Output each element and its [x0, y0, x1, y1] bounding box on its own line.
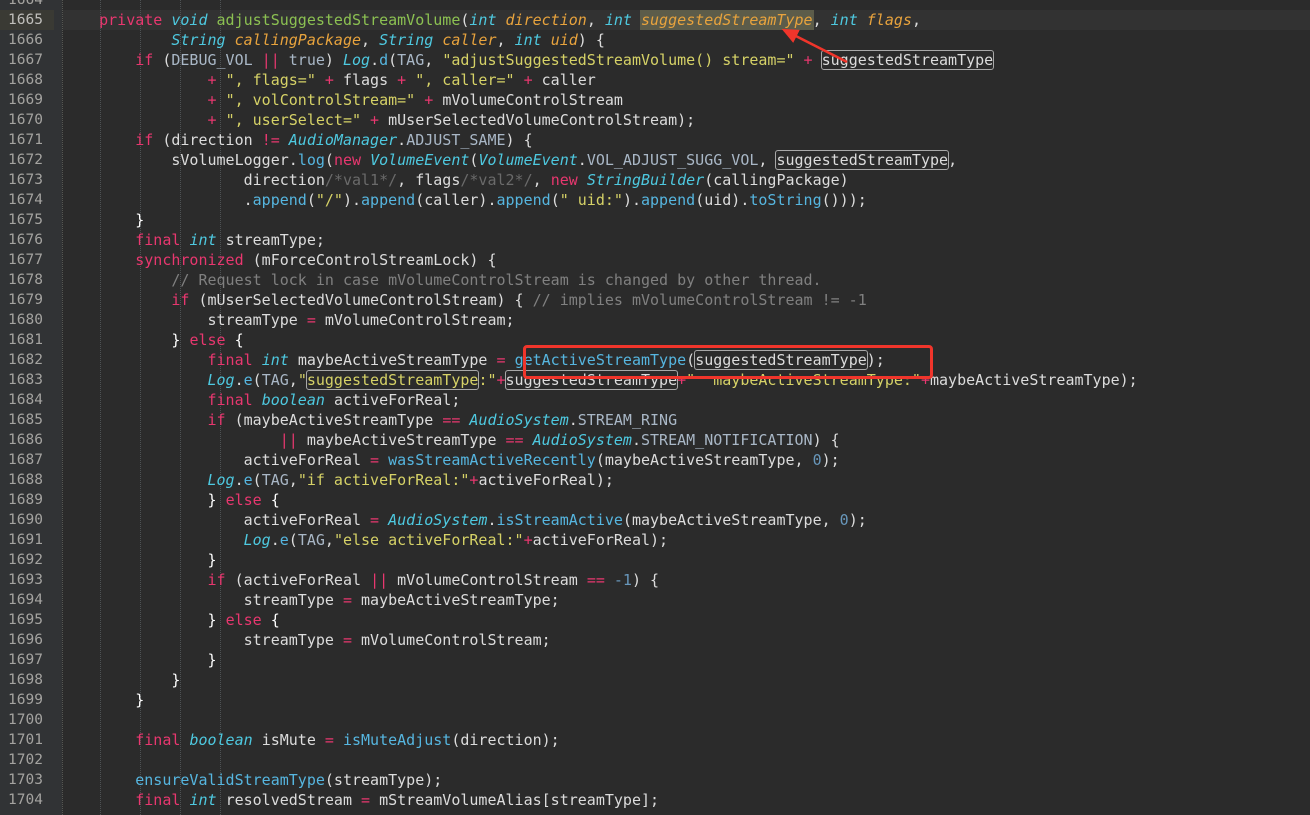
code-line[interactable]: streamType = mVolumeControlStream; — [63, 310, 514, 330]
line-number[interactable]: 1703 — [0, 770, 54, 790]
code-line[interactable]: streamType = maybeActiveStreamType; — [63, 590, 560, 610]
code-line[interactable]: } else { — [63, 330, 243, 350]
line-number-gutter[interactable]: 1664 1665 1666 1667 1668 1669 1670 1671 1672 1673… — [0, 0, 62, 815]
line-number[interactable]: 1674 — [0, 190, 54, 210]
code-line[interactable]: direction/*val1*/, flags/*val2*/, new St… — [63, 170, 849, 190]
line-number[interactable]: 1700 — [0, 710, 54, 730]
line-number[interactable]: 1682 — [0, 350, 54, 370]
line-number[interactable]: 1694 — [0, 590, 54, 610]
code-line[interactable]: if (mUserSelectedVolumeControlStream) { … — [63, 290, 866, 310]
line-number[interactable]: 1702 — [0, 750, 54, 770]
line-number[interactable]: 1675 — [0, 210, 54, 230]
line-number[interactable]: 1696 — [0, 630, 54, 650]
line-number[interactable]: 1679 — [0, 290, 54, 310]
line-number[interactable]: 1683 — [0, 370, 54, 390]
line-number[interactable]: 1687 — [0, 450, 54, 470]
code-line[interactable]: } — [63, 550, 216, 570]
code-line[interactable]: private void adjustSuggestedStreamVolume… — [63, 10, 921, 30]
line-number[interactable]: 1693 — [0, 570, 54, 590]
line-number[interactable]: 1678 — [0, 270, 54, 290]
code-line[interactable]: } — [63, 690, 144, 710]
code-line[interactable]: } — [63, 650, 216, 670]
code-line[interactable]: } — [63, 210, 144, 230]
code-line[interactable]: } else { — [63, 490, 279, 510]
line-number[interactable]: 1673 — [0, 170, 54, 190]
code-line[interactable] — [63, 750, 72, 770]
code-line[interactable]: if (activeForReal || mVolumeControlStrea… — [63, 570, 660, 590]
code-line[interactable]: Log.e(TAG,"suggestedStreamType:"+suggest… — [63, 370, 1138, 390]
line-number[interactable]: 1667 — [0, 50, 54, 70]
line-number[interactable]: 1701 — [0, 730, 54, 750]
code-line[interactable]: ensureValidStreamType(streamType); — [63, 770, 442, 790]
line-number[interactable]: 1677 — [0, 250, 54, 270]
code-line[interactable]: if (direction != AudioManager.ADJUST_SAM… — [63, 130, 532, 150]
code-line[interactable]: streamType = mVolumeControlStream; — [63, 630, 551, 650]
code-line[interactable]: final boolean activeForReal; — [63, 390, 461, 410]
line-number[interactable]: 1697 — [0, 650, 54, 670]
line-number[interactable]: 1699 — [0, 690, 54, 710]
code-line[interactable]: if (DEBUG_VOL || true) Log.d(TAG, "adjus… — [63, 50, 995, 70]
line-number[interactable]: 1671 — [0, 130, 54, 150]
line-number[interactable]: 1669 — [0, 90, 54, 110]
line-number[interactable]: 1690 — [0, 510, 54, 530]
line-number[interactable]: 1681 — [0, 330, 54, 350]
code-line[interactable]: final int resolvedStream = mStreamVolume… — [63, 790, 659, 810]
line-number[interactable]: 1691 — [0, 530, 54, 550]
code-line[interactable]: activeForReal = wasStreamActiveRecently(… — [63, 450, 840, 470]
line-number[interactable]: 1676 — [0, 230, 54, 250]
line-number[interactable]: 1688 — [0, 470, 54, 490]
line-number[interactable]: 1666 — [0, 30, 54, 50]
code-line[interactable]: || maybeActiveStreamType == AudioSystem.… — [63, 430, 840, 450]
line-number[interactable]: 1680 — [0, 310, 54, 330]
code-line[interactable]: final int maybeActiveStreamType = getAct… — [63, 350, 885, 370]
code-line[interactable]: final boolean isMute = isMuteAdjust(dire… — [63, 730, 559, 750]
code-content-area[interactable]: private void adjustSuggestedStreamVolume… — [63, 0, 1310, 815]
code-line[interactable]: String callingPackage, String caller, in… — [63, 30, 605, 50]
line-number[interactable]: 1670 — [0, 110, 54, 130]
line-number[interactable]: 1664 — [0, 0, 54, 10]
code-line[interactable]: synchronized (mForceControlStreamLock) { — [63, 250, 496, 270]
code-line[interactable]: .append("/").append(caller).append(" uid… — [63, 190, 867, 210]
code-line[interactable]: + ", flags=" + flags + ", caller=" + cal… — [63, 70, 596, 90]
code-line[interactable]: + ", userSelect=" + mUserSelectedVolumeC… — [63, 110, 696, 130]
line-number[interactable]: 1684 — [0, 390, 54, 410]
line-number[interactable]: 1672 — [0, 150, 54, 170]
code-line[interactable]: Log.e(TAG,"if activeForReal:"+activeForR… — [63, 470, 614, 490]
line-number[interactable]: 1685 — [0, 410, 54, 430]
line-number[interactable]: 1689 — [0, 490, 54, 510]
line-number[interactable]: 1686 — [0, 430, 54, 450]
line-number[interactable]: 1704 — [0, 790, 54, 810]
code-line[interactable]: + ", volControlStream=" + mVolumeControl… — [63, 90, 623, 110]
line-number[interactable]: 1692 — [0, 550, 54, 570]
code-line[interactable]: } — [63, 670, 180, 690]
line-number[interactable]: 1698 — [0, 670, 54, 690]
line-number[interactable]: 1665 — [0, 10, 54, 30]
line-number[interactable]: 1668 — [0, 70, 54, 90]
code-line[interactable]: Log.e(TAG,"else activeForReal:"+activeFo… — [63, 530, 668, 550]
code-editor[interactable]: 1664 1665 1666 1667 1668 1669 1670 1671 1672 1673… — [0, 0, 1310, 815]
line-number[interactable]: 1695 — [0, 610, 54, 630]
code-line[interactable]: final int streamType; — [63, 230, 325, 250]
code-line[interactable]: } else { — [63, 610, 279, 630]
code-line[interactable] — [63, 710, 72, 730]
code-line[interactable]: sVolumeLogger.log(new VolumeEvent(Volume… — [63, 150, 957, 170]
code-line[interactable]: if (maybeActiveStreamType == AudioSystem… — [63, 410, 678, 430]
code-line[interactable]: activeForReal = AudioSystem.isStreamActi… — [63, 510, 867, 530]
code-line[interactable]: // Request lock in case mVolumeControlSt… — [63, 270, 821, 290]
